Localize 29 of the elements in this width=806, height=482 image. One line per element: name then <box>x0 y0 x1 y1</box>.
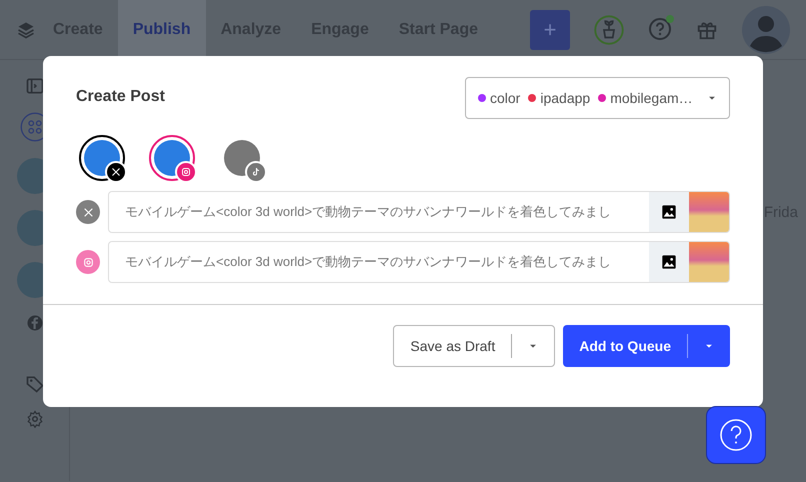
image-icon <box>661 204 677 220</box>
tag-select[interactable]: color ipadapp mobilegam… <box>465 77 730 119</box>
notification-dot <box>666 15 674 24</box>
instagram-icon <box>180 166 192 178</box>
x-logo-icon <box>82 206 94 218</box>
tag-icon[interactable] <box>24 374 44 394</box>
add-image-button[interactable] <box>649 242 689 282</box>
save-draft-button[interactable]: Save as Draft <box>393 325 556 367</box>
image-thumbnail <box>689 192 729 232</box>
help-button[interactable] <box>706 406 766 464</box>
add-image-button[interactable] <box>649 192 689 232</box>
help-icon <box>719 418 753 452</box>
image-icon <box>661 254 677 270</box>
add-to-queue-button[interactable]: Add to Queue <box>563 325 730 367</box>
facebook-icon[interactable] <box>26 314 44 332</box>
new-post-button[interactable]: + <box>530 10 570 50</box>
post-text-field[interactable]: モバイルゲーム<color 3d world>で動物テーマのサバンナワールドを着色してみまし <box>108 241 730 283</box>
instagram-icon <box>82 256 94 268</box>
tag-label: mobilegam… <box>610 88 693 108</box>
dialog-title: Create Post <box>76 87 165 107</box>
tag-label: ipadapp <box>540 88 590 108</box>
sidebar-toggle-icon[interactable] <box>24 76 44 96</box>
help-icon[interactable] <box>648 17 672 42</box>
account-avatar[interactable] <box>79 135 125 181</box>
tag-label: color <box>490 88 520 108</box>
x-logo-icon <box>110 166 122 178</box>
post-text-field[interactable]: モバイルゲーム<color 3d world>で動物テーマのサバンナワールドを着色してみまし <box>108 191 730 233</box>
tiktok-icon <box>250 166 262 178</box>
image-thumbnail <box>689 242 729 282</box>
